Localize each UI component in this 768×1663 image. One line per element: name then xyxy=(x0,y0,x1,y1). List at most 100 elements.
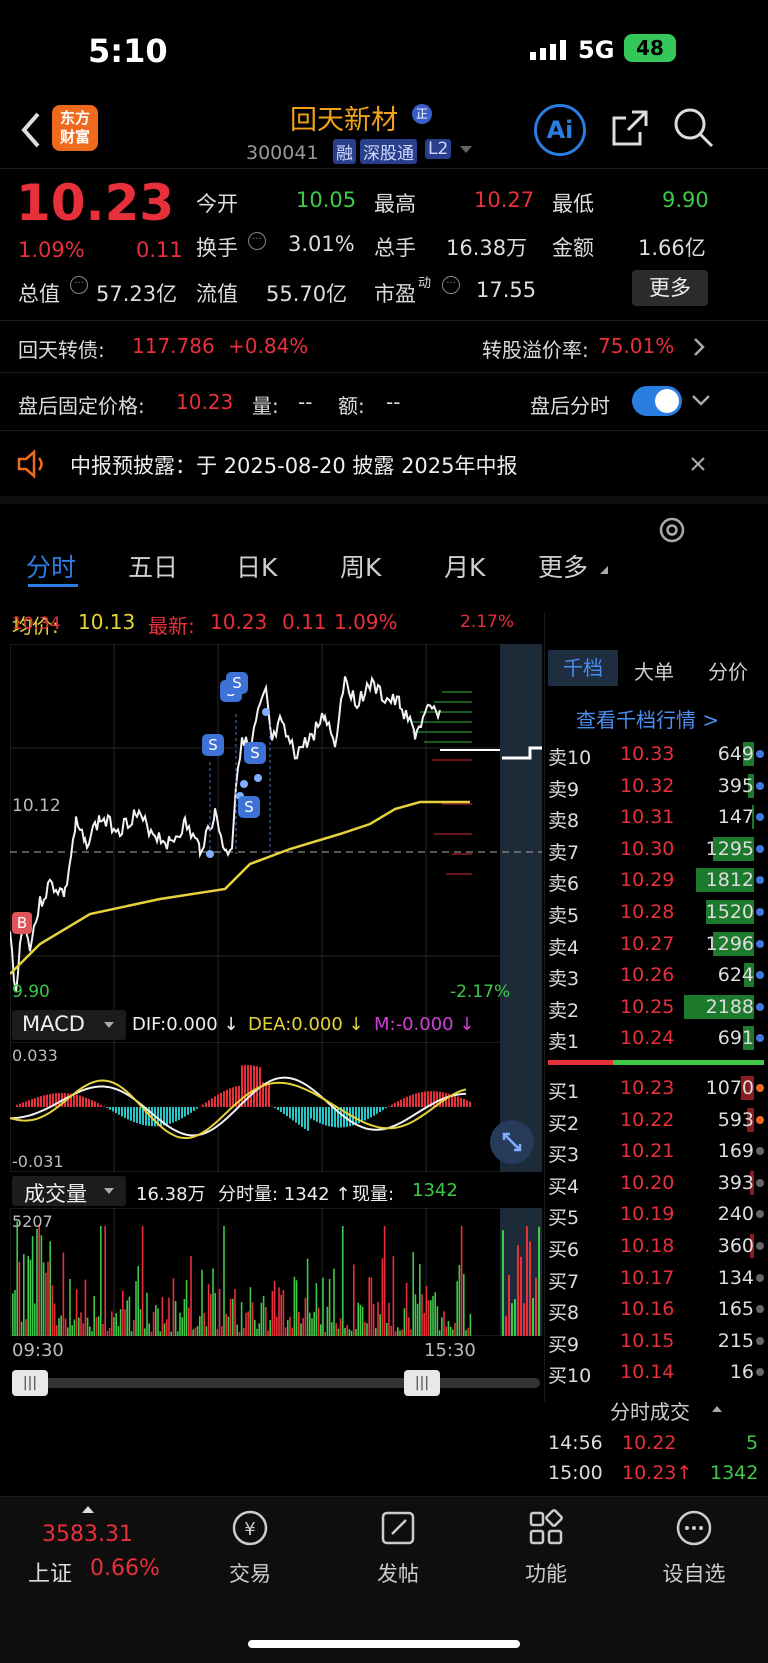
low-value: 9.90 xyxy=(662,188,709,212)
macd-bar xyxy=(172,1107,174,1123)
tab-five-day[interactable]: 五日 xyxy=(128,548,178,584)
tab-monthly-k[interactable]: 月K xyxy=(444,548,485,584)
app-logo: 东方 财富 xyxy=(52,105,98,151)
macd-bar xyxy=(349,1107,351,1127)
ai-button[interactable]: Ai xyxy=(534,104,586,156)
notice-close-icon[interactable] xyxy=(690,456,706,472)
notice-text[interactable]: 中报预披露：于 2025-08-20 披露 2025年中报 xyxy=(70,450,518,480)
view-depth-link[interactable]: 查看千档行情 > xyxy=(576,704,719,733)
range-slider-left-handle[interactable]: ||| xyxy=(12,1370,48,1396)
bid-label: 买3 xyxy=(548,1144,580,1167)
tab-intraday[interactable]: 分时 xyxy=(26,548,76,584)
bid-ask-ratio-bar xyxy=(548,1060,764,1065)
ask-row[interactable]: 卖4 10.27 1296 xyxy=(548,928,764,959)
after-toggle[interactable] xyxy=(632,386,682,416)
s-marker-icon[interactable]: S xyxy=(226,672,248,694)
turnover-info-icon[interactable]: ··· xyxy=(248,232,266,250)
macd-bar xyxy=(160,1107,162,1126)
macd-bar xyxy=(112,1107,114,1112)
watchlist-icon[interactable] xyxy=(674,1508,714,1548)
ask-row[interactable]: 卖5 10.28 1520 xyxy=(548,896,764,927)
bid-row[interactable]: 买6 10.18 360 xyxy=(548,1230,764,1261)
ask-row[interactable]: 卖1 10.24 691 xyxy=(548,1022,764,1053)
macd-bar xyxy=(286,1107,288,1117)
more-button[interactable]: 更多 xyxy=(632,270,708,306)
macd-bar xyxy=(220,1092,222,1107)
ticks-collapse-icon[interactable] xyxy=(712,1406,722,1412)
volume-bar xyxy=(137,1266,139,1336)
after-price: 10.23 xyxy=(176,390,234,414)
volume-bar xyxy=(313,1311,315,1336)
ask-row[interactable]: 卖7 10.30 1295 xyxy=(548,833,764,864)
ticks-header[interactable]: 分时成交 xyxy=(610,1396,690,1425)
ask-row[interactable]: 卖3 10.26 624 xyxy=(548,959,764,990)
side-tab-price-dist[interactable]: 分价 xyxy=(708,656,748,685)
tab-weekly-k[interactable]: 周K xyxy=(340,548,381,584)
avg-value: 10.13 xyxy=(78,610,136,634)
nav-trade[interactable]: 交易 xyxy=(190,1558,310,1588)
stock-switch-dropdown-icon[interactable] xyxy=(460,146,472,153)
volume-bar xyxy=(93,1295,95,1336)
s-marker-icon[interactable]: S xyxy=(238,796,260,818)
trade-icon[interactable]: ¥ xyxy=(230,1508,270,1548)
bid-row[interactable]: 买7 10.17 134 xyxy=(548,1262,764,1293)
ask-indicator-icon xyxy=(756,1034,764,1043)
ask-row[interactable]: 卖2 10.25 2188 xyxy=(548,991,764,1022)
ask-row[interactable]: 卖10 10.33 649 xyxy=(548,738,764,769)
side-tab-depth[interactable]: 千档 xyxy=(548,650,618,686)
macd-bar xyxy=(169,1107,171,1124)
premium-value: 75.01% xyxy=(598,334,675,358)
bid-price: 10.23 xyxy=(620,1077,675,1099)
bid-row[interactable]: 买10 10.14 16 xyxy=(548,1356,764,1387)
after-chevron-icon[interactable] xyxy=(690,392,712,406)
tab-daily-k[interactable]: 日K xyxy=(236,548,277,584)
range-slider-right-handle[interactable]: ||| xyxy=(404,1370,440,1396)
nav-watchlist[interactable]: 设自选 xyxy=(634,1558,754,1588)
bid-row[interactable]: 买5 10.19 240 xyxy=(548,1198,764,1229)
volume-total: 16.38万 xyxy=(136,1184,206,1205)
functions-icon[interactable] xyxy=(526,1508,566,1548)
pe-info-icon[interactable]: ··· xyxy=(442,276,460,294)
index-value[interactable]: 3583.31 xyxy=(42,1522,133,1547)
bid-row[interactable]: 买9 10.15 215 xyxy=(548,1325,764,1356)
b-marker-icon[interactable]: B xyxy=(12,912,32,934)
index-name[interactable]: 上证 xyxy=(28,1556,72,1588)
float-label: 流值 xyxy=(196,282,238,306)
s-marker-icon[interactable]: S xyxy=(202,734,224,756)
macd-bar xyxy=(121,1107,123,1117)
volume-bar xyxy=(58,1318,60,1336)
bid-volume: 215 xyxy=(717,1329,754,1352)
volume-bar xyxy=(454,1322,456,1336)
bid-row[interactable]: 买8 10.16 165 xyxy=(548,1293,764,1324)
search-icon[interactable] xyxy=(672,106,716,150)
settings-gear-icon[interactable] xyxy=(656,514,688,546)
bid-row[interactable]: 买3 10.21 169 xyxy=(548,1135,764,1166)
range-slider-track[interactable] xyxy=(12,1378,540,1388)
ask-row[interactable]: 卖6 10.29 1812 xyxy=(548,864,764,895)
s-marker-icon[interactable]: S xyxy=(244,742,266,764)
bond-chevron-icon[interactable] xyxy=(692,336,706,358)
volume-bar xyxy=(179,1312,181,1336)
volume-bar xyxy=(174,1301,177,1336)
ask-row[interactable]: 卖8 10.31 147 xyxy=(548,801,764,832)
mktcap-info-icon[interactable]: ··· xyxy=(70,276,88,294)
volume-bar xyxy=(23,1254,25,1336)
share-icon[interactable] xyxy=(610,108,650,148)
back-icon[interactable] xyxy=(18,110,44,150)
side-tab-big-orders[interactable]: 大单 xyxy=(634,656,674,685)
bid-row[interactable]: 买2 10.22 593 xyxy=(548,1104,764,1135)
volume-bar xyxy=(124,1309,126,1336)
nav-functions[interactable]: 功能 xyxy=(486,1558,606,1588)
ask-row[interactable]: 卖9 10.32 395 xyxy=(548,770,764,801)
nav-post[interactable]: 发帖 xyxy=(338,1558,458,1588)
bid-row[interactable]: 买1 10.23 1070 xyxy=(548,1072,764,1103)
volume-bar xyxy=(75,1289,78,1336)
volume-bar xyxy=(38,1223,40,1336)
bid-row[interactable]: 买4 10.20 393 xyxy=(548,1167,764,1198)
post-icon[interactable] xyxy=(378,1508,418,1548)
volume-bar xyxy=(192,1329,194,1336)
index-pct[interactable]: 0.66% xyxy=(90,1556,160,1581)
volume-bar xyxy=(265,1307,267,1336)
tab-more[interactable]: 更多 xyxy=(538,548,588,584)
expand-chart-button[interactable] xyxy=(490,1120,534,1164)
